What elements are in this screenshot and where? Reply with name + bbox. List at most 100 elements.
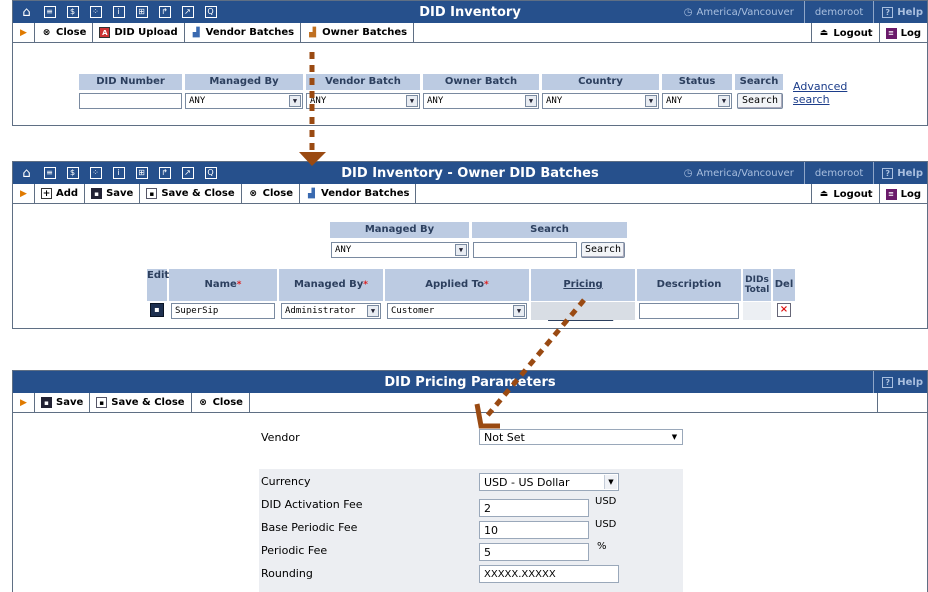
filter-header-status: Status <box>662 74 732 90</box>
filter-header-search: Search <box>735 74 783 90</box>
upload-icon: A <box>99 27 111 38</box>
save-button[interactable]: ▪ Save <box>85 183 141 204</box>
owner-batches-button[interactable]: ▟ Owner Batches <box>301 22 415 43</box>
timezone[interactable]: ◷ America/Vancouver <box>674 1 804 23</box>
logout-icon: ⏏ <box>819 189 829 199</box>
col-pricing-parameters[interactable]: Pricing Parameters* <box>531 269 635 322</box>
vendor-batch-select[interactable]: ANY ▼ <box>306 93 420 109</box>
person-icon[interactable]: i <box>109 162 128 184</box>
help-link[interactable]: ? Help <box>873 162 927 184</box>
grid-icon[interactable]: ⁘ <box>86 162 105 184</box>
base-periodic-fee-input[interactable]: 10 <box>479 521 589 539</box>
save-close-button[interactable]: ▪ Save & Close <box>90 392 192 413</box>
close-button[interactable]: ⊗ Close <box>242 183 301 204</box>
batches-icon: ▟ <box>308 188 315 199</box>
country-select[interactable]: ANY ▼ <box>542 93 659 109</box>
chevron-down-icon: ▼ <box>406 95 418 107</box>
managed-by-select[interactable]: ANY ▼ <box>185 93 303 109</box>
username[interactable]: demoroot <box>803 162 873 184</box>
rounding-input[interactable]: XXXXX.XXXXX <box>479 565 619 583</box>
search-input[interactable] <box>473 242 577 258</box>
base-periodic-fee-unit: USD <box>595 519 617 530</box>
network-icon[interactable]: ⊞ <box>132 162 151 184</box>
logout-button[interactable]: ⏏ Logout <box>811 23 878 43</box>
home-icon[interactable]: ⌂ <box>17 1 36 23</box>
help-link[interactable]: ? Help <box>873 1 927 23</box>
vendor-batches-button[interactable]: ▟ Vendor Batches <box>185 22 302 43</box>
currency-select[interactable]: USD - US Dollar ▼ <box>479 473 619 491</box>
title-bar: ⌂ ≡ $ ⁘ i ⊞ ↱ ↗ Q DID Inventory - Owner … <box>13 162 927 184</box>
delete-icon[interactable]: × <box>777 303 791 317</box>
nav-icons: ⌂ ≡ $ ⁘ i ⊞ ↱ ↗ Q <box>13 1 224 23</box>
add-button[interactable]: + Add <box>35 183 86 204</box>
vendor-batches-button[interactable]: ▟ Vendor Batches <box>300 183 417 204</box>
applied-to-select[interactable]: Customer ▼ <box>387 303 527 319</box>
filter-header-managed-by: Managed By <box>185 74 303 90</box>
activation-fee-label: DID Activation Fee <box>261 498 363 511</box>
help-icon: ? <box>882 167 894 179</box>
description-input[interactable] <box>639 303 739 319</box>
vendor-select[interactable]: Not Set ▼ <box>479 429 683 445</box>
managed-by-select[interactable]: ANY ▼ <box>331 242 469 258</box>
activation-fee-input[interactable]: 2 <box>479 499 589 517</box>
did-number-input[interactable] <box>79 93 182 109</box>
owner-batch-select[interactable]: ANY ▼ <box>423 93 539 109</box>
list-icon[interactable]: ≡ <box>40 1 59 23</box>
network-icon[interactable]: ⊞ <box>132 1 151 23</box>
search-button[interactable]: Search <box>581 242 625 258</box>
dollar-icon[interactable]: $ <box>63 1 82 23</box>
phone-icon[interactable]: ↱ <box>155 1 174 23</box>
nav-icons: ⌂ ≡ $ ⁘ i ⊞ ↱ ↗ Q <box>13 162 224 184</box>
status-select[interactable]: ANY ▼ <box>662 93 732 109</box>
chevron-down-icon: ▼ <box>525 95 537 107</box>
help-icon: ? <box>882 376 894 388</box>
log-icon: ≡ <box>885 27 897 39</box>
search-icon[interactable]: Q <box>201 1 220 23</box>
batches-icon: ▟ <box>309 27 317 38</box>
batches-table: Edit Name* Managed By* Applied To* Prici… <box>147 269 797 322</box>
list-icon[interactable]: ≡ <box>40 162 59 184</box>
periodic-fee-input[interactable]: 5 <box>479 543 589 561</box>
did-upload-button[interactable]: A DID Upload <box>93 22 185 43</box>
toolbar-spacer <box>877 393 927 413</box>
chevron-down-icon: ▼ <box>604 475 617 489</box>
row-managed-by-select[interactable]: Administrator ▼ <box>281 303 381 319</box>
close-icon: ⊗ <box>249 188 257 199</box>
username[interactable]: demoroot <box>803 1 873 23</box>
rounding-label: Rounding <box>261 567 313 580</box>
search-icon[interactable]: Q <box>201 162 220 184</box>
title-bar: DID Pricing Parameters ? Help <box>13 371 927 393</box>
log-button[interactable]: ≡ Log <box>878 184 927 204</box>
filter-header-country: Country <box>542 74 659 90</box>
save-button[interactable]: ▪ Save <box>35 392 91 413</box>
name-input[interactable]: SuperSip <box>171 303 275 319</box>
logout-button[interactable]: ⏏ Logout <box>811 184 878 204</box>
table-row: ▪ SuperSip Administrator ▼ Customer ▼ × <box>147 302 797 320</box>
close-button[interactable]: ⊗ Close <box>35 22 94 43</box>
pricing-parameters-cell <box>531 302 635 320</box>
close-button[interactable]: ⊗ Close <box>192 392 250 413</box>
chevron-down-icon: ▼ <box>455 244 467 256</box>
home-icon[interactable]: ⌂ <box>17 162 36 184</box>
chart-icon[interactable]: ↗ <box>178 162 197 184</box>
grid-icon[interactable]: ⁘ <box>86 1 105 23</box>
advanced-search-link[interactable]: Advanced search <box>793 80 847 106</box>
close-icon: ⊗ <box>199 397 207 408</box>
toolbar: ▶ + Add ▪ Save ▪ Save & Close ⊗ Close ▟ Vendo… <box>13 183 927 204</box>
save-close-button[interactable]: ▪ Save & Close <box>140 183 242 204</box>
col-name: Name* <box>169 269 277 301</box>
toolbar: ▶ ▪ Save ▪ Save & Close ⊗ Close <box>13 392 927 413</box>
phone-icon[interactable]: ↱ <box>155 162 174 184</box>
title-bar: ⌂ ≡ $ ⁘ i ⊞ ↱ ↗ Q DID Inventory ◷ America… <box>13 1 927 23</box>
help-link[interactable]: ? Help <box>873 371 927 393</box>
person-icon[interactable]: i <box>109 1 128 23</box>
did-pricing-parameters-panel: DID Pricing Parameters ? Help ▶ ▪ Save ▪ Sa… <box>12 370 928 592</box>
dollar-icon[interactable]: $ <box>63 162 82 184</box>
chevron-down-icon: ▼ <box>671 433 678 441</box>
timezone[interactable]: ◷ America/Vancouver <box>674 162 804 184</box>
search-button[interactable]: Search <box>737 93 783 109</box>
chart-icon[interactable]: ↗ <box>178 1 197 23</box>
chevron-down-icon: ▼ <box>367 305 379 317</box>
log-button[interactable]: ≡ Log <box>878 23 927 43</box>
edit-icon[interactable]: ▪ <box>150 303 164 317</box>
